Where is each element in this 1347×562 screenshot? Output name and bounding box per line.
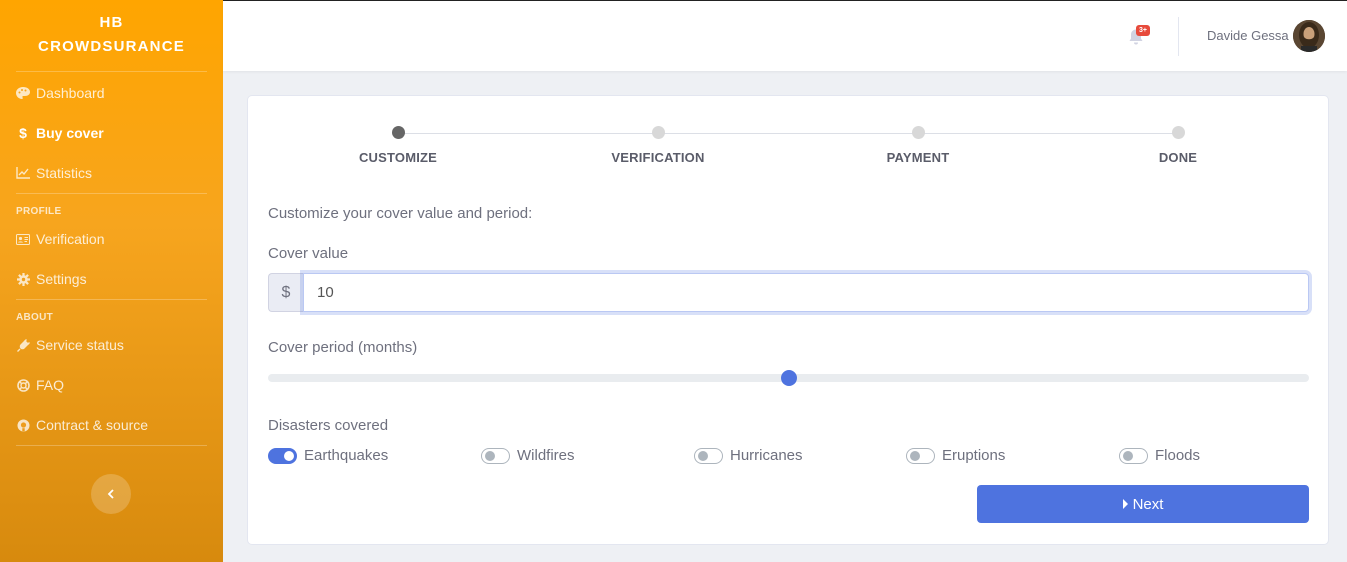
sidebar-item-verification[interactable]: Verification xyxy=(0,219,223,259)
cover-value-group: $ xyxy=(268,273,1309,312)
sidebar-item-label: FAQ xyxy=(36,377,65,393)
toggle-eruptions[interactable]: Eruptions xyxy=(906,447,1005,464)
step-label: PAYMENT xyxy=(886,150,950,165)
sidebar-item-label: Dashboard xyxy=(36,85,105,101)
switch-floods[interactable] xyxy=(1119,447,1148,464)
id-card-icon xyxy=(16,232,30,246)
disasters-label: Disasters covered xyxy=(268,417,389,434)
sidebar-item-buy-cover[interactable]: $ Buy cover xyxy=(0,113,223,153)
notification-badge: 3+ xyxy=(1136,25,1150,36)
palette-icon xyxy=(16,86,30,100)
currency-prefix: $ xyxy=(268,273,303,312)
switch-wildfires[interactable] xyxy=(481,447,510,464)
switch-hurricanes[interactable] xyxy=(694,447,723,464)
topbar-divider xyxy=(1178,17,1179,56)
sidebar-item-statistics[interactable]: Statistics xyxy=(0,153,223,193)
dollar-icon: $ xyxy=(19,125,27,141)
sidebar-item-label: Service status xyxy=(36,337,124,353)
toggle-label: Eruptions xyxy=(942,447,1006,464)
section-heading-about: ABOUT xyxy=(16,312,54,323)
avatar[interactable] xyxy=(1293,20,1325,52)
toggle-earthquakes[interactable]: Earthquakes xyxy=(268,447,388,464)
steps-line xyxy=(398,133,1178,134)
toggle-label: Wildfires xyxy=(517,447,575,464)
disaster-toggles: Earthquakes Wildfires Hurricanes Eruptio… xyxy=(268,447,1309,469)
step-payment: PAYMENT xyxy=(838,125,998,165)
step-customize: CUSTOMIZE xyxy=(318,125,478,165)
sidebar-item-label: Settings xyxy=(36,271,87,287)
buy-cover-card: CUSTOMIZE VERIFICATION PAYMENT DONE Cust… xyxy=(247,95,1329,545)
plug-icon xyxy=(16,338,30,352)
brand-logo[interactable]: HB CROWDSURANCE xyxy=(0,0,223,71)
sidebar-item-dashboard[interactable]: Dashboard xyxy=(0,73,223,113)
cover-period-label: Cover period (months) xyxy=(268,339,418,356)
sidebar-item-label: Statistics xyxy=(36,165,93,181)
brand-line-2: CROWDSURANCE xyxy=(38,38,185,55)
step-dot xyxy=(911,126,925,139)
step-dot xyxy=(651,126,665,139)
toggle-floods[interactable]: Floods xyxy=(1119,447,1200,464)
github-icon xyxy=(16,418,30,432)
section-heading-profile: PROFILE xyxy=(16,206,62,217)
switch-eruptions[interactable] xyxy=(906,447,935,464)
sidebar-item-label: Contract & source xyxy=(36,417,149,433)
cover-value-input[interactable] xyxy=(303,273,1309,312)
sidebar: HB CROWDSURANCE Dashboard $ Buy cover St… xyxy=(0,0,223,562)
step-label: VERIFICATION xyxy=(611,150,705,165)
sidebar-item-service-status[interactable]: Service status xyxy=(0,325,223,365)
sidebar-item-contract-source[interactable]: Contract & source xyxy=(0,405,223,445)
sidebar-item-label: Verification xyxy=(36,231,105,247)
sidebar-item-settings[interactable]: Settings xyxy=(0,259,223,299)
next-button-label: Next xyxy=(1132,495,1164,513)
sidebar-collapse-button[interactable] xyxy=(91,474,131,514)
step-dot xyxy=(391,126,405,139)
switch-earthquakes[interactable] xyxy=(268,447,297,464)
brand-line-1: HB xyxy=(99,14,124,31)
toggle-wildfires[interactable]: Wildfires xyxy=(481,447,575,464)
topbar: 3+ Davide Gessa xyxy=(223,0,1347,71)
chevron-left-icon xyxy=(107,486,115,502)
sidebar-divider xyxy=(16,299,207,300)
sidebar-divider xyxy=(16,193,207,194)
next-button[interactable]: Next xyxy=(977,485,1309,523)
user-name[interactable]: Davide Gessa xyxy=(1207,28,1289,43)
sidebar-item-label: Buy cover xyxy=(36,125,104,141)
cover-value-label: Cover value xyxy=(268,245,349,262)
sidebar-divider xyxy=(16,445,207,446)
step-dot xyxy=(1171,126,1185,139)
toggle-label: Hurricanes xyxy=(730,447,803,464)
progress-steps: CUSTOMIZE VERIFICATION PAYMENT DONE xyxy=(248,125,1328,175)
chart-line-icon xyxy=(16,166,30,180)
cover-period-slider[interactable] xyxy=(268,370,1309,386)
caret-right-icon xyxy=(1122,499,1128,509)
toggle-label: Earthquakes xyxy=(304,447,389,464)
cog-icon xyxy=(16,272,30,286)
toggle-label: Floods xyxy=(1155,447,1201,464)
step-label: DONE xyxy=(1158,150,1198,165)
toggle-hurricanes[interactable]: Hurricanes xyxy=(694,447,803,464)
sidebar-item-faq[interactable]: FAQ xyxy=(0,365,223,405)
form-intro: Customize your cover value and period: xyxy=(268,205,533,222)
step-done: DONE xyxy=(1098,125,1258,165)
step-label: CUSTOMIZE xyxy=(358,150,438,165)
life-ring-icon xyxy=(16,378,30,392)
step-verification: VERIFICATION xyxy=(578,125,738,165)
slider-thumb[interactable] xyxy=(780,370,797,386)
